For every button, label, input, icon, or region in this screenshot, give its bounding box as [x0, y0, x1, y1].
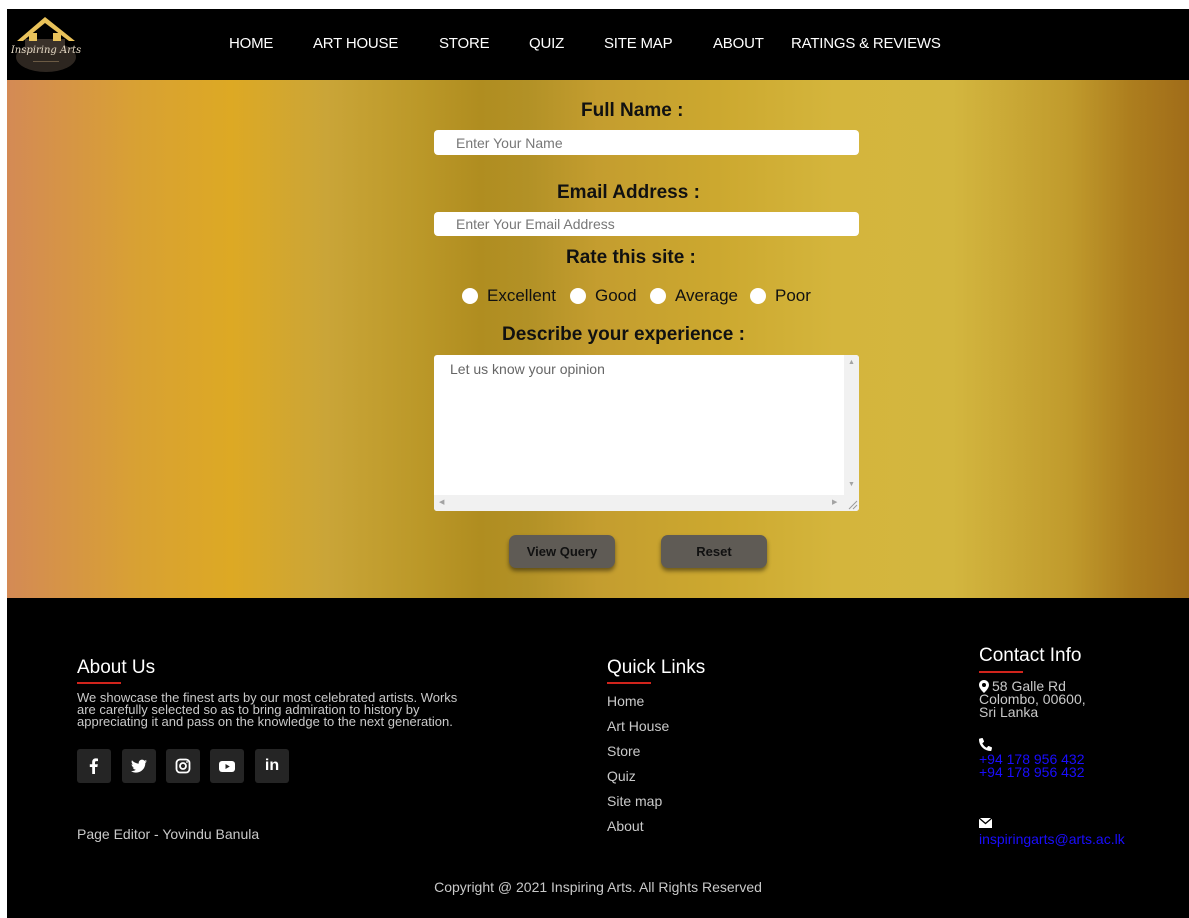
nav-about-link[interactable]: ABOUT	[713, 35, 764, 52]
site-footer: About Us We showcase the finest arts by …	[7, 598, 1189, 918]
house-logo-icon: Inspiring Arts	[10, 17, 81, 72]
twitter-link[interactable]	[122, 749, 156, 783]
facebook-link[interactable]	[77, 749, 111, 783]
top-navbar: Inspiring Arts HOME ART HOUSE STORE QUIZ…	[7, 9, 1189, 80]
experience-textarea[interactable]	[434, 355, 844, 495]
youtube-icon	[219, 761, 235, 772]
quick-links-heading: Quick Links	[607, 657, 706, 678]
about-us-heading: About Us	[77, 657, 156, 678]
nav-art-house-link[interactable]: ART HOUSE	[313, 35, 398, 52]
rating-option-label: Excellent	[487, 286, 556, 305]
phone-icon	[979, 738, 992, 751]
rating-option-label: Average	[675, 286, 739, 305]
review-form-section: Full Name : Email Address : Rate this si…	[7, 80, 1189, 598]
nav-site-map-link[interactable]: SITE MAP	[604, 35, 673, 52]
about-line: appreciating it and pass on the knowledg…	[77, 714, 453, 729]
site-logo[interactable]: Inspiring Arts	[10, 13, 81, 75]
quick-link-quiz[interactable]: Quiz	[607, 768, 636, 784]
scroll-up-arrow-icon[interactable]: ▲	[848, 359, 855, 367]
nav-home-link[interactable]: HOME	[229, 35, 273, 52]
nav-quiz-link[interactable]: QUIZ	[529, 35, 564, 52]
heading-underline	[979, 671, 1023, 673]
textarea-resize-handle[interactable]	[844, 495, 859, 511]
nav-store-link[interactable]: STORE	[439, 35, 490, 52]
view-query-button[interactable]: View Query	[509, 535, 615, 568]
quick-link-store[interactable]: Store	[607, 743, 640, 759]
quick-link-site-map[interactable]: Site map	[607, 793, 662, 809]
address-line: Sri Lanka	[979, 704, 1039, 720]
copyright-text: Copyright @ 2021 Inspiring Arts. All Rig…	[434, 879, 762, 895]
quick-link-home[interactable]: Home	[607, 693, 644, 709]
reset-button[interactable]: Reset	[661, 535, 767, 568]
radio-button[interactable]	[750, 288, 766, 304]
email-link[interactable]: inspiringarts@arts.ac.lk	[979, 832, 1125, 846]
page: Inspiring Arts HOME ART HOUSE STORE QUIZ…	[7, 9, 1189, 918]
full-name-input[interactable]	[434, 130, 859, 155]
quick-link-art-house[interactable]: Art House	[607, 718, 669, 734]
scroll-left-arrow-icon[interactable]: ◀	[439, 499, 444, 507]
heading-underline	[77, 682, 121, 684]
nav-ratings-reviews-link[interactable]: RATINGS & REVIEWS	[791, 35, 941, 52]
email-address-label: Email Address :	[557, 182, 700, 203]
envelope-icon	[979, 818, 992, 828]
experience-label: Describe your experience :	[502, 324, 745, 345]
phone-link[interactable]: +94 178 956 432	[979, 765, 1085, 779]
vertical-scrollbar[interactable]: ▲ ▼	[844, 355, 859, 495]
horizontal-scrollbar[interactable]: ◀ ▶	[434, 495, 844, 511]
heading-underline	[607, 682, 651, 684]
contact-info-heading: Contact Info	[979, 645, 1082, 666]
rate-site-label: Rate this site :	[566, 247, 696, 268]
radio-button[interactable]	[650, 288, 666, 304]
email-address-input[interactable]	[434, 212, 859, 236]
experience-textarea-wrapper: ▲ ▼ ◀ ▶	[434, 355, 859, 511]
linkedin-icon: in	[264, 757, 280, 774]
radio-button[interactable]	[570, 288, 586, 304]
resize-grip-icon	[848, 500, 858, 510]
page-editor-credit: Page Editor - Yovindu Banula	[77, 826, 260, 842]
about-us-text: We showcase the finest arts by our most …	[77, 691, 507, 729]
linkedin-link[interactable]: in	[255, 749, 289, 783]
radio-button[interactable]	[462, 288, 478, 304]
youtube-link[interactable]	[210, 749, 244, 783]
quick-link-about[interactable]: About	[607, 818, 644, 834]
full-name-label: Full Name :	[581, 100, 684, 121]
instagram-link[interactable]	[166, 749, 200, 783]
svg-text:Inspiring Arts: Inspiring Arts	[11, 45, 81, 56]
scroll-right-arrow-icon[interactable]: ▶	[832, 499, 837, 507]
rating-option-label: Good	[595, 286, 637, 305]
facebook-icon	[89, 758, 98, 774]
rating-option-label: Poor	[775, 286, 811, 305]
instagram-icon	[175, 758, 191, 774]
scroll-down-arrow-icon[interactable]: ▼	[848, 481, 855, 489]
twitter-icon	[131, 759, 147, 773]
